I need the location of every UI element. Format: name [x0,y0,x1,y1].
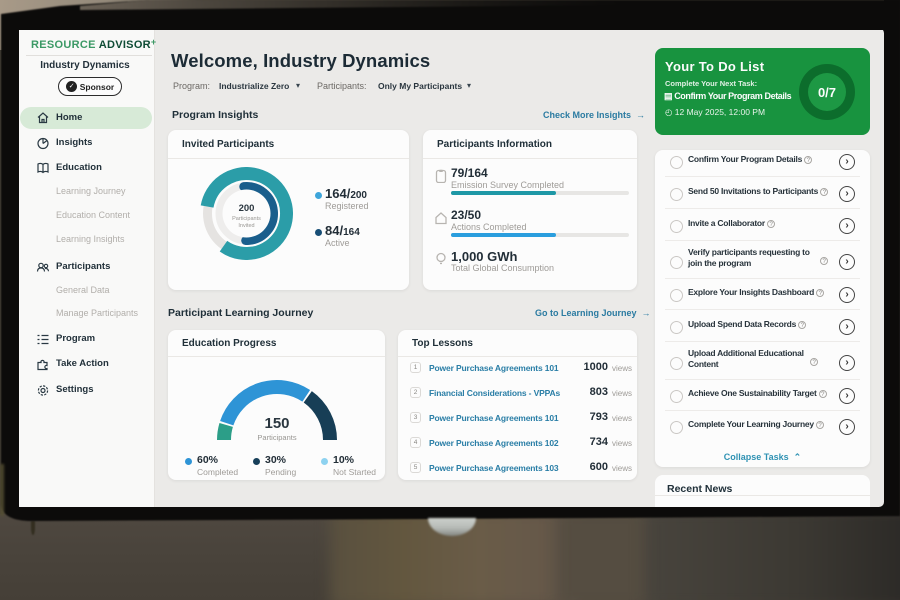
svg-text:Participants: Participants [257,433,296,442]
svg-text:200: 200 [239,203,255,214]
svg-text:150: 150 [264,415,289,432]
svg-text:Invited: Invited [238,223,254,229]
svg-text:Participants: Participants [232,216,261,222]
